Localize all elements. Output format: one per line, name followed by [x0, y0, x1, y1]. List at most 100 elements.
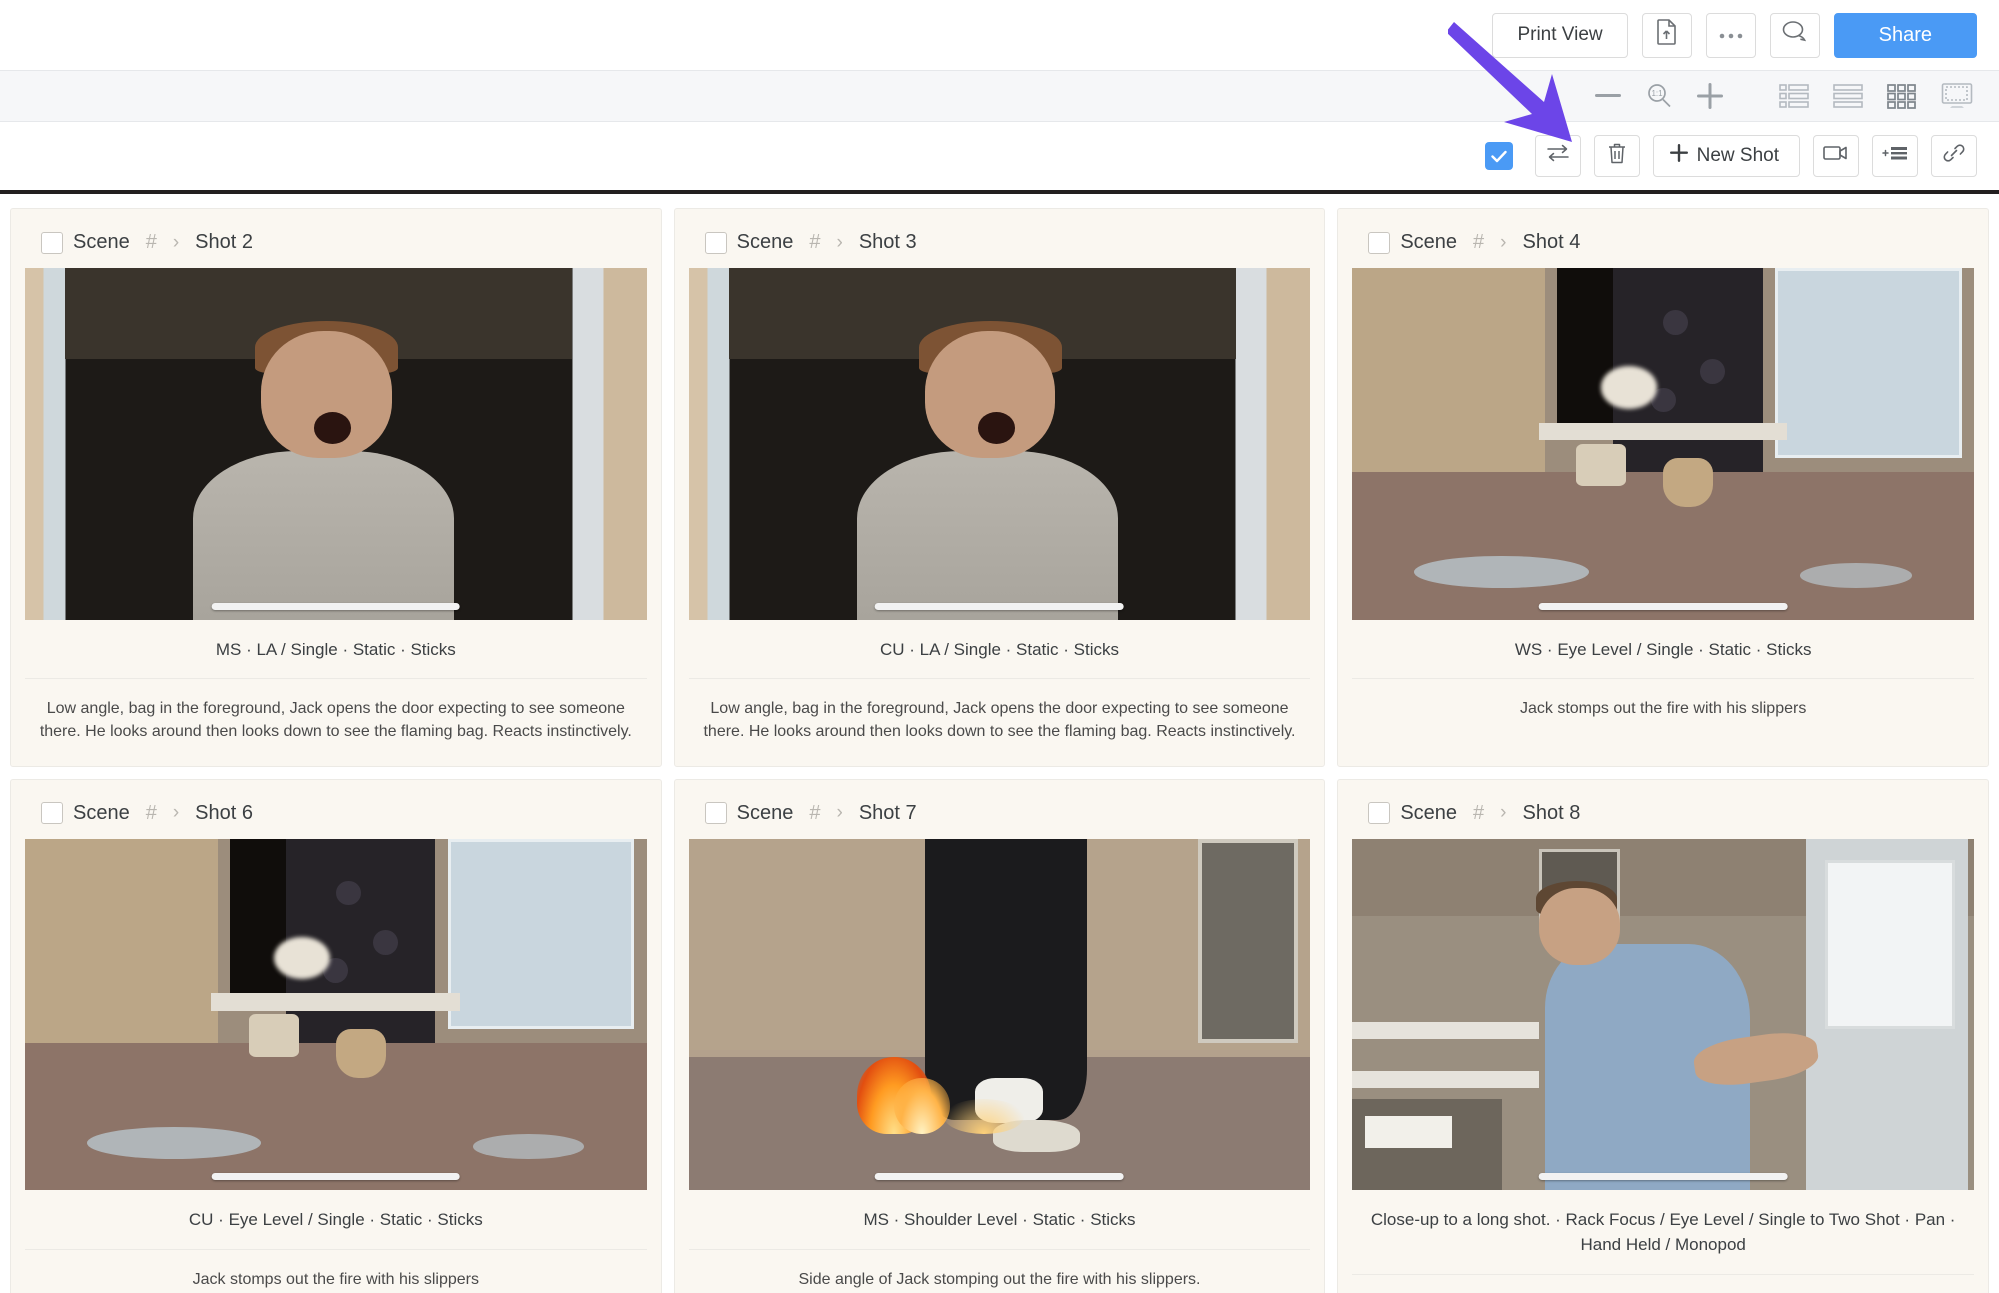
thumbnail-scrubber[interactable] [1538, 1173, 1788, 1181]
export-button[interactable] [1641, 12, 1692, 58]
shot-description[interactable]: Low angle, bag in the foreground, Jack o… [25, 679, 647, 765]
shot-metadata: Close-up to a long shot. · Rack Focus / … [1352, 1190, 1974, 1275]
shot-label[interactable]: Shot 3 [859, 231, 917, 254]
thumbnail-scrubber[interactable] [211, 1173, 461, 1181]
shot-select-checkbox[interactable] [704, 231, 727, 254]
shot-card-header: Scene # › Shot 6 [25, 796, 647, 839]
scene-label: Scene [1400, 801, 1458, 824]
thumbnail-scrubber[interactable] [875, 1173, 1124, 1181]
more-options-button[interactable] [1705, 12, 1756, 58]
chevron-right-icon: › [172, 231, 180, 253]
action-toolbar: New Shot [0, 122, 1999, 190]
shot-label[interactable]: Shot 4 [1523, 231, 1581, 254]
video-camera-icon [1823, 144, 1849, 168]
comments-button[interactable] [1769, 12, 1820, 58]
chevron-right-icon: › [172, 802, 180, 824]
shot-card[interactable]: Scene # › Shot 2 MS · LA / Single · Stat… [10, 208, 662, 767]
plus-icon [1669, 144, 1688, 168]
shot-card-header: Scene # › Shot 7 [689, 796, 1311, 839]
chevron-right-icon: › [836, 802, 843, 824]
shot-select-checkbox[interactable] [41, 802, 63, 825]
shot-card[interactable]: Scene # › Shot 8 Close-up to a long shot… [1337, 778, 1989, 1293]
link-button[interactable] [1931, 135, 1977, 177]
thumbnail-image [1352, 268, 1974, 620]
shot-card[interactable]: Scene # › Shot 3 CU · LA / Single · Stat… [673, 208, 1326, 767]
scene-number-field[interactable]: # [146, 231, 157, 254]
top-header-bar: Print View Share [0, 0, 1999, 70]
scene-number-field[interactable]: # [809, 802, 820, 825]
thumbnail-scrubber[interactable] [875, 602, 1124, 610]
add-video-button[interactable] [1813, 135, 1859, 177]
shot-thumbnail[interactable] [25, 268, 647, 620]
shot-thumbnail[interactable] [1352, 268, 1974, 620]
delete-button[interactable] [1593, 135, 1640, 177]
more-horizontal-icon [1718, 24, 1744, 46]
zoom-out-button[interactable] [1595, 94, 1621, 98]
scene-label: Scene [73, 231, 130, 253]
new-shot-button[interactable]: New Shot [1652, 135, 1800, 177]
shot-description[interactable]: Jack stomps out the fire with his slippe… [1352, 679, 1974, 742]
thumbnail-image [688, 838, 1311, 1191]
shot-metadata: MS · Shoulder Level · Static · Sticks [688, 1190, 1311, 1250]
shot-description[interactable]: Low angle, bag in the foreground, Jack o… [689, 679, 1311, 765]
swap-shots-button[interactable] [1534, 135, 1581, 177]
scene-label: Scene [1400, 231, 1458, 253]
shot-label[interactable]: Shot 7 [859, 802, 917, 825]
list-view-button[interactable] [1779, 83, 1809, 109]
shot-metadata: MS · LA / Single · Static · Sticks [25, 620, 647, 680]
shot-thumbnail[interactable] [688, 838, 1311, 1191]
link-chain-icon [1942, 141, 1966, 171]
scene-label: Scene [73, 801, 130, 824]
shot-card-header: Scene # › Shot 3 [689, 225, 1311, 268]
presentation-view-button[interactable] [1941, 82, 1973, 110]
shot-description[interactable]: Jack stomps out the fire with his slippe… [25, 1250, 647, 1293]
rows-view-button[interactable] [1833, 83, 1863, 109]
share-button[interactable]: Share [1833, 12, 1977, 58]
comment-bubble-icon [1782, 20, 1808, 50]
svg-text:1:1: 1:1 [1651, 89, 1663, 98]
shot-select-checkbox[interactable] [41, 231, 63, 254]
shot-description[interactable]: Jack facing his house, asks himself what… [1352, 1275, 1974, 1293]
thumbnail-image [688, 268, 1311, 620]
shot-grid: Scene # › Shot 2 MS · LA / Single · Stat… [0, 194, 1999, 1293]
chevron-right-icon: › [1500, 231, 1507, 253]
shot-metadata: CU · Eye Level / Single · Static · Stick… [25, 1190, 647, 1250]
insert-row-button[interactable] [1872, 135, 1918, 177]
shot-label[interactable]: Shot 8 [1523, 802, 1581, 825]
shot-thumbnail[interactable] [25, 838, 647, 1191]
thumbnail-image [1352, 838, 1974, 1191]
thumbnail-image [25, 838, 647, 1191]
shot-select-checkbox[interactable] [1368, 802, 1391, 825]
shot-card[interactable]: Scene # › Shot 7 MS · Shoulder Level · S… [673, 778, 1326, 1293]
shot-label[interactable]: Shot 2 [195, 231, 253, 254]
grid-view-button[interactable] [1887, 83, 1917, 109]
scene-label: Scene [736, 231, 794, 253]
shot-card[interactable]: Scene # › Shot 4 WS · Eye Level / Single… [1337, 208, 1989, 767]
new-shot-label: New Shot [1696, 145, 1779, 166]
insert-list-icon [1882, 144, 1908, 168]
thumbnail-scrubber[interactable] [211, 602, 461, 610]
shot-thumbnail[interactable] [1352, 838, 1974, 1191]
select-all-checkbox[interactable] [1484, 142, 1513, 170]
view-mode-controls [1779, 82, 1973, 110]
shot-card[interactable]: Scene # › Shot 6 CU · Eye Level / Single… [10, 778, 662, 1293]
thumbnail-scrubber[interactable] [1538, 602, 1788, 610]
scene-label: Scene [736, 801, 794, 824]
scene-number-field[interactable]: # [1473, 802, 1484, 825]
zoom-in-button[interactable] [1697, 83, 1723, 109]
shot-card-header: Scene # › Shot 2 [25, 225, 647, 268]
shot-description[interactable]: Side angle of Jack stomping out the fire… [689, 1250, 1311, 1293]
scene-number-field[interactable]: # [1473, 231, 1484, 254]
shot-select-checkbox[interactable] [1368, 231, 1391, 254]
shot-thumbnail[interactable] [688, 268, 1311, 620]
chevron-right-icon: › [1500, 802, 1507, 824]
shot-select-checkbox[interactable] [704, 802, 727, 825]
scene-number-field[interactable]: # [146, 802, 157, 825]
zoom-reset-button[interactable]: 1:1 [1645, 82, 1673, 110]
scene-number-field[interactable]: # [809, 231, 820, 254]
document-upload-icon [1656, 19, 1678, 51]
shot-label[interactable]: Shot 6 [195, 802, 253, 825]
swap-arrows-icon [1546, 143, 1570, 169]
chevron-right-icon: › [836, 231, 843, 253]
print-view-button[interactable]: Print View [1492, 12, 1628, 58]
